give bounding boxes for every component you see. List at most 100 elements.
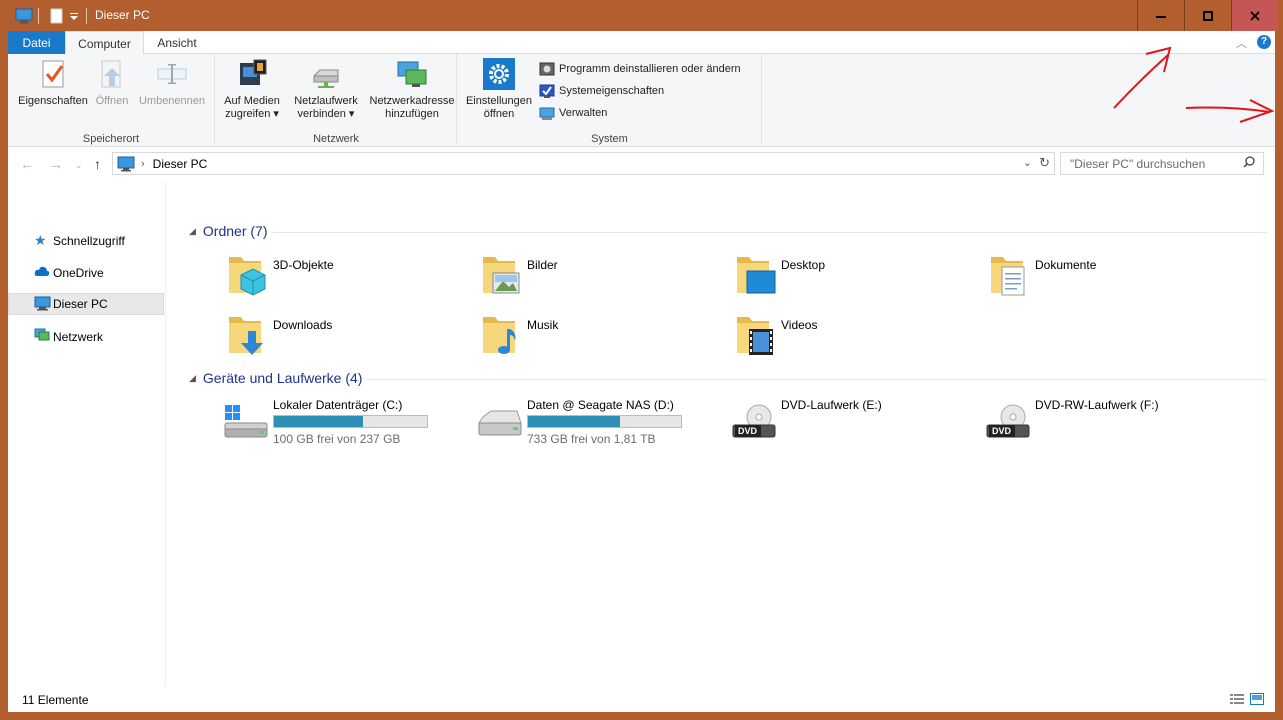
drive-f[interactable]: DVD DVD-RW-Laufwerk (F:)	[985, 397, 1225, 449]
network-location-icon	[396, 58, 428, 90]
eigenschaften-label: Eigenschaften	[18, 95, 88, 107]
ribbon: Eigenschaften Öffnen Umbenennen Speicher…	[8, 54, 1275, 147]
folder-dokumente[interactable]: Dokumente	[989, 251, 1229, 301]
explorer-window: Dieser PC Datei Computer Ansicht ︿ ? Eig…	[0, 0, 1283, 720]
nav-item-label: Netzwerk	[53, 330, 104, 344]
drive-c[interactable]: Lokaler Datenträger (C:) 100 GB frei von…	[223, 397, 463, 449]
maximize-icon	[1203, 10, 1213, 21]
this-pc-icon	[15, 7, 33, 25]
large-icons-view-icon[interactable]	[1250, 693, 1264, 705]
this-pc-icon	[117, 156, 135, 171]
cloud-icon	[34, 265, 50, 281]
tab-datei[interactable]: Datei	[8, 31, 65, 54]
system-properties-icon	[539, 83, 555, 99]
address-bar[interactable]: › Dieser PC ⌄ ↻	[112, 152, 1055, 175]
tab-computer[interactable]: Computer	[65, 31, 144, 55]
breadcrumb-separator-icon[interactable]: ›	[141, 158, 145, 170]
drive-usage-fill	[528, 416, 620, 427]
ribbon-group-speicherort: Eigenschaften Öffnen Umbenennen Speicher…	[8, 54, 215, 147]
dvd-drive-icon: DVD	[731, 403, 777, 443]
folder-musik[interactable]: Musik	[481, 311, 721, 361]
customize-qat-icon[interactable]	[69, 7, 79, 25]
group-label-speicherort: Speicherort	[82, 133, 140, 145]
auf-medien-zugreifen-button[interactable]: Auf Medien zugreifen ▾	[220, 58, 284, 121]
netzwerkadresse-hinzufuegen-button[interactable]: Netzwerkadresse hinzufügen	[368, 58, 456, 121]
recent-locations-chevron-icon[interactable]: ⌄	[75, 160, 83, 171]
verwalten-label: Verwalten	[559, 107, 608, 119]
maximize-button[interactable]	[1184, 0, 1231, 31]
3d-objects-folder-icon	[227, 251, 271, 299]
netzlaufwerk-verbinden-button[interactable]: Netzlaufwerk verbinden ▾	[288, 58, 364, 121]
up-arrow-icon[interactable]: ↑	[94, 156, 101, 172]
folder-name: Videos	[781, 318, 818, 332]
eigenschaften-button[interactable]: Eigenschaften	[16, 58, 90, 108]
back-arrow-icon[interactable]: ←	[20, 156, 34, 172]
chevron-up-icon[interactable]: ︿	[1236, 35, 1247, 51]
breadcrumb-dieser-pc[interactable]: Dieser PC	[153, 157, 208, 171]
nav-item-schnellzugriff[interactable]: ★ Schnellzugriff	[8, 230, 164, 252]
minimize-button[interactable]	[1137, 0, 1184, 31]
systemeigenschaften-button[interactable]: Systemeigenschaften	[539, 81, 664, 101]
drive-d[interactable]: Daten @ Seagate NAS (D:) 733 GB frei von…	[477, 397, 717, 449]
drive-name: Daten @ Seagate NAS (D:)	[527, 398, 674, 412]
details-view-icon[interactable]	[1230, 693, 1244, 705]
properties-quick-icon[interactable]	[50, 7, 64, 25]
videos-folder-icon	[735, 311, 779, 359]
collapse-chevron-icon[interactable]: ◢	[189, 373, 196, 384]
folder-bilder[interactable]: Bilder	[481, 251, 721, 301]
einstellungen-oeffnen-button[interactable]: Einstellungen öffnen	[462, 58, 536, 121]
drive-name: DVD-Laufwerk (E:)	[781, 398, 882, 412]
group-header-ordner[interactable]: ◢ Ordner (7)	[189, 223, 268, 239]
oeffnen-button[interactable]: Öffnen	[92, 58, 132, 108]
drive-free-space: 100 GB frei von 237 GB	[273, 432, 401, 446]
windows-drive-icon	[223, 403, 269, 443]
group-header-label: Geräte und Laufwerke (4)	[202, 370, 363, 386]
search-input[interactable]: "Dieser PC" durchsuchen	[1060, 152, 1264, 175]
dropdown-arrow-icon: ▾	[270, 108, 279, 120]
address-dropdown-icon[interactable]: ⌄	[1023, 156, 1032, 169]
drive-e[interactable]: DVD DVD-Laufwerk (E:)	[731, 397, 971, 449]
drive-usage-bar	[527, 415, 682, 428]
umbenennen-button[interactable]: Umbenennen	[135, 58, 209, 108]
nav-item-label: Dieser PC	[53, 297, 108, 311]
close-button[interactable]	[1231, 0, 1278, 31]
collapse-chevron-icon[interactable]: ◢	[189, 226, 196, 237]
dvd-rw-drive-icon: DVD	[985, 403, 1031, 443]
navigation-pane: ★ Schnellzugriff OneDrive Dieser PC Netz…	[8, 181, 166, 687]
client-area: Datei Computer Ansicht ︿ ? Eigenschaften	[8, 31, 1275, 712]
nav-item-onedrive[interactable]: OneDrive	[8, 262, 164, 284]
media-access-icon	[236, 58, 268, 90]
folder-3d-objekte[interactable]: 3D-Objekte	[227, 251, 467, 301]
verwalten-button[interactable]: Verwalten	[539, 103, 607, 123]
downloads-folder-icon	[227, 311, 271, 359]
programm-deinstallieren-button[interactable]: Programm deinstallieren oder ändern	[539, 59, 741, 79]
forward-arrow-icon[interactable]: →	[49, 156, 63, 172]
netzlaufwerk-line2: verbinden	[297, 108, 346, 120]
folder-desktop[interactable]: Desktop	[735, 251, 975, 301]
folder-downloads[interactable]: Downloads	[227, 311, 467, 361]
separator	[38, 7, 40, 25]
dvd-badge: DVD	[992, 426, 1012, 436]
tab-ansicht[interactable]: Ansicht	[144, 31, 210, 54]
rename-icon	[156, 58, 188, 90]
dropdown-arrow-icon: ▾	[345, 108, 355, 120]
title-bar[interactable]: Dieser PC	[0, 0, 1283, 31]
nav-item-dieser-pc[interactable]: Dieser PC	[8, 293, 164, 315]
folder-videos[interactable]: Videos	[735, 311, 975, 361]
music-folder-icon	[481, 311, 525, 359]
pictures-folder-icon	[481, 251, 525, 299]
netzwerkadresse-line2: hinzufügen	[385, 108, 439, 120]
group-header-geraete[interactable]: ◢ Geräte und Laufwerke (4)	[189, 370, 362, 386]
refresh-icon[interactable]: ↻	[1039, 155, 1050, 171]
nav-item-netzwerk[interactable]: Netzwerk	[8, 326, 164, 348]
programm-deinstallieren-label: Programm deinstallieren oder ändern	[559, 63, 741, 75]
this-pc-icon	[34, 296, 51, 312]
content-pane: ◢ Ordner (7) 3D-Objekte Bilder Desktop D…	[167, 181, 1275, 687]
folder-name: Bilder	[527, 258, 558, 272]
auf-medien-line1: Auf Medien	[224, 95, 280, 107]
drive-free-space: 733 GB frei von 1,81 TB	[527, 432, 656, 446]
einstellungen-line2: öffnen	[483, 108, 515, 120]
documents-folder-icon	[989, 251, 1033, 299]
item-count: 11 Elemente	[22, 693, 89, 707]
help-icon[interactable]: ?	[1257, 35, 1271, 49]
